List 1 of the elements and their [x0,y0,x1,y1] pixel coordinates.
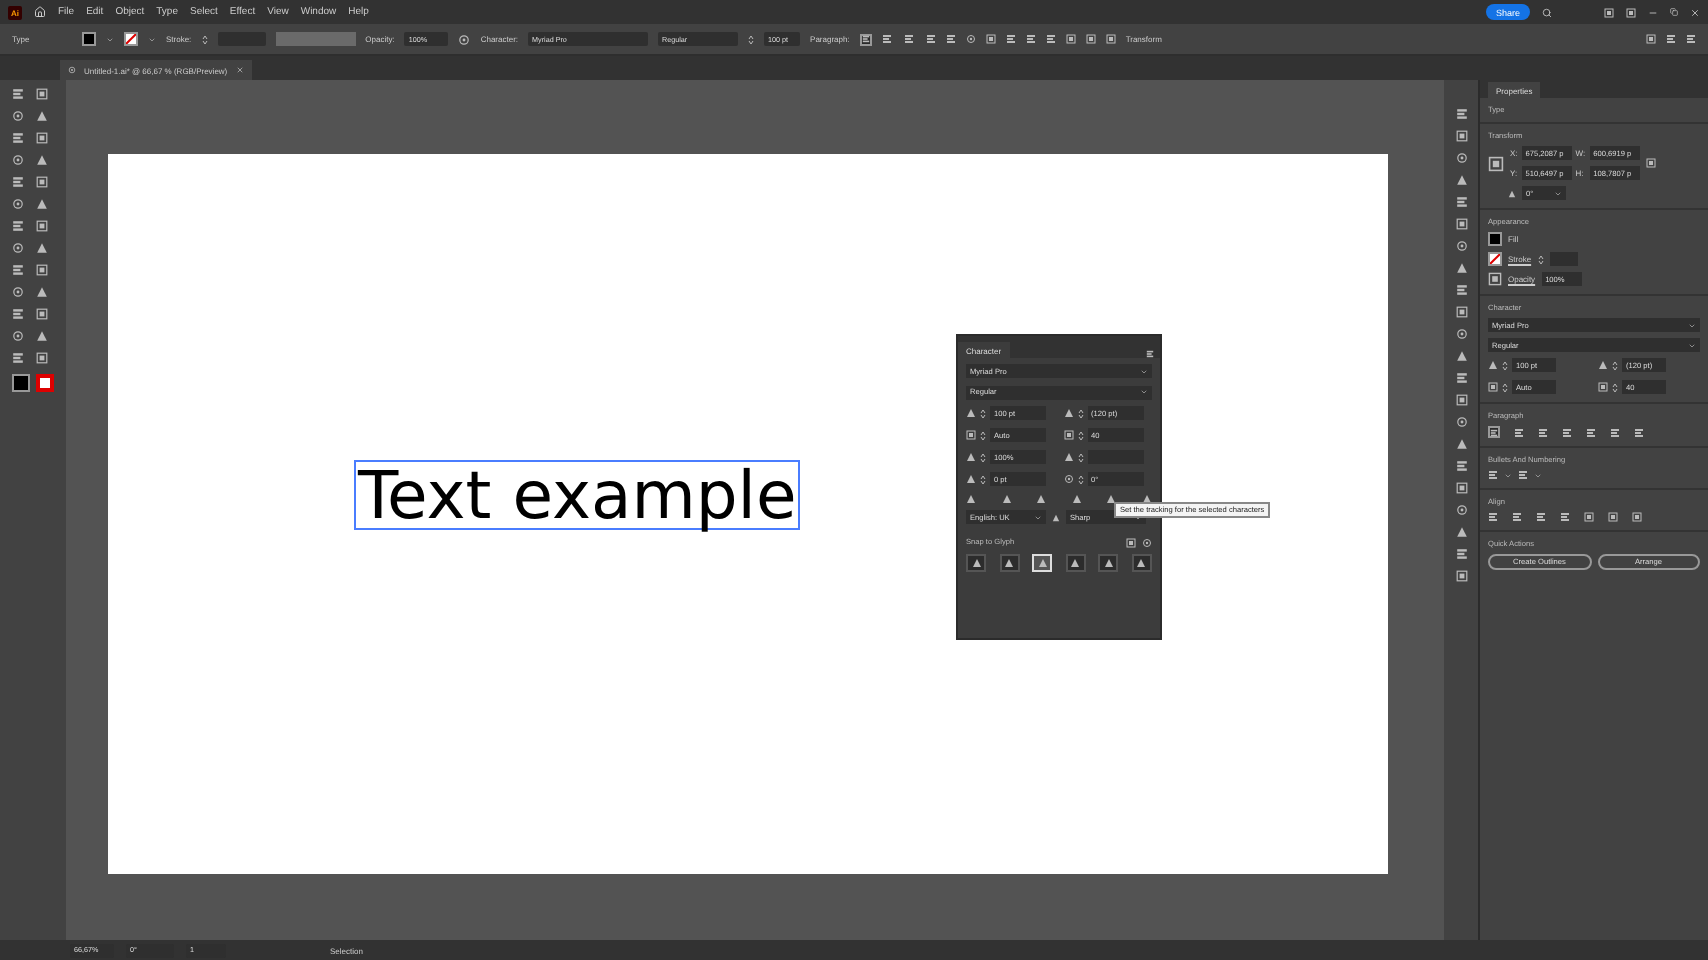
text-object[interactable]: Text example [354,460,801,530]
